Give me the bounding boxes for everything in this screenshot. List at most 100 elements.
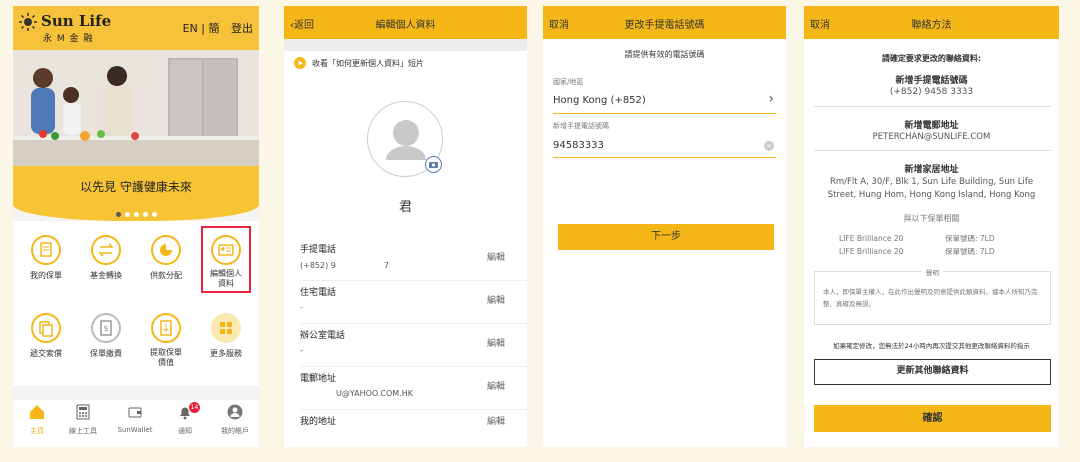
tab-tools[interactable]: 線上工具 [63, 404, 103, 436]
service-allocation[interactable]: 供款分配 [138, 235, 194, 281]
service-claim[interactable]: 遞交索償 [18, 313, 74, 359]
page-title: 聯絡方法 [911, 20, 952, 31]
clear-input-icon[interactable]: × [764, 141, 774, 151]
mobile-value: 94583333 [553, 140, 604, 151]
service-more[interactable]: 更多服務 [198, 313, 254, 359]
next-button[interactable]: 下一步 [558, 224, 774, 250]
policy-name: LIFE Brilliance 20 [839, 234, 904, 243]
carousel-dots[interactable] [13, 209, 259, 217]
tab-label: 線上工具 [69, 427, 97, 435]
change-mobile-header: 取消 更改手提電話號碼 [543, 6, 786, 39]
svg-text:$: $ [103, 324, 108, 333]
camera-button[interactable] [425, 156, 442, 173]
service-withdraw[interactable]: 提取保單 價值 [138, 313, 194, 368]
related-policies-title: 與以下保單相關 [903, 214, 960, 223]
home-icon [30, 405, 44, 419]
policy-number: 保單號碼: 7LD [945, 234, 995, 243]
new-mobile-label: 新增手提電話號碼 [895, 76, 968, 86]
field-email: 電郵地址 U@YAHOO.COM.HK 編輯 [300, 367, 527, 410]
logo-chinese: 永 M 金 融 [43, 34, 94, 44]
bottom-tab-bar: 主頁 線上工具 SunWallet 14 通知 我的帳戶 [13, 400, 259, 447]
new-email-value: PETERCHAN@SUNLIFE.COM [872, 132, 991, 142]
mobile-label: 新增手提電話號碼 [553, 122, 609, 130]
new-mobile-value: (+852) 9458 3333 [889, 87, 974, 97]
divider [814, 106, 1051, 107]
service-label: 編輯個人 資料 [210, 269, 242, 288]
country-select[interactable]: Hong Kong (+852) › [553, 89, 776, 114]
profile-name: 君 [398, 200, 412, 215]
service-edit-profile[interactable]: 編輯個人 資料 [201, 226, 251, 293]
tab-label: 我的帳戶 [221, 427, 249, 435]
camera-icon [429, 162, 438, 168]
play-icon [294, 57, 306, 69]
user-icon [227, 404, 243, 420]
service-label: 我的保單 [30, 271, 62, 280]
prompt-text: 請提供有效的電話號碼 [624, 50, 705, 59]
field-mobile: 手提電話 (+852) 9 7 編輯 [300, 238, 527, 281]
calculator-icon [76, 404, 90, 420]
logo-text: Sun Life [41, 12, 112, 30]
notification-badge: 14 [189, 402, 200, 413]
lang-en-link[interactable]: EN [183, 22, 198, 35]
page-title: 更改手提電話號碼 [624, 20, 705, 31]
declaration-box: 聲明 本人，即保單主權人，在此作出聲明及同意提供此類資料，據本人所知乃完整、真確… [814, 269, 1051, 325]
edit-profile-header: ‹返回 編輯個人資料 [284, 6, 527, 39]
field-home-phone: 住宅電話 - 編輯 [300, 281, 527, 324]
edit-address-button[interactable]: 編輯 [487, 414, 505, 427]
edit-profile-screen: ‹返回 編輯個人資料 收看「如何更新個人資料」短片 君 手提電話 (+852) … [284, 6, 527, 447]
policy-row: LIFE Brilliance 20 保單號碼: 7LD [839, 245, 995, 258]
field-address: 我的地址 編輯 [300, 410, 527, 447]
home-screen: Sun Life 永 M 金 融 EN | 簡 登出 以先見 守護健康未來 我的… [13, 6, 259, 447]
claim-icon [31, 313, 61, 343]
tab-account[interactable]: 我的帳戶 [215, 404, 255, 436]
profile-card-icon [211, 235, 241, 265]
contact-header: 取消 聯絡方法 [804, 6, 1059, 39]
service-label: 提取保單 價值 [150, 348, 182, 367]
lang-zh-link[interactable]: 簡 [209, 22, 220, 35]
video-link[interactable]: 收看「如何更新個人資料」短片 [294, 57, 424, 69]
profile-field-list: 手提電話 (+852) 9 7 編輯 住宅電話 - 編輯 辦公室電話 - 編輯 … [300, 238, 527, 447]
tab-label: SunWallet [117, 426, 153, 434]
policy-list: LIFE Brilliance 20 保單號碼: 7LD LIFE Brillia… [839, 232, 995, 258]
tab-notifications[interactable]: 14 通知 [167, 402, 203, 436]
divider [814, 150, 1051, 151]
policy-number: 保單號碼: 7LD [945, 247, 995, 256]
pie-icon [151, 235, 181, 265]
family-kitchen-illustration [13, 50, 259, 166]
service-label: 更多服務 [210, 349, 242, 358]
edit-email-button[interactable]: 編輯 [487, 379, 505, 392]
confirm-button[interactable]: 確認 [814, 405, 1051, 432]
new-address-value: Rm/Flt A, 30/F, Blk 1, Sun Life Building… [827, 177, 1036, 200]
wallet-icon [128, 407, 142, 418]
declaration-text: 本人，即保單主權人，在此作出聲明及同意提供此類資料，據本人所知乃完整、真確及無誤… [823, 288, 1038, 308]
notice-text: 如果確定修改，您無法於24小時內再次提交其他更改聯絡資料的指示 [833, 342, 1030, 350]
edit-mobile-button[interactable]: 編輯 [487, 250, 505, 263]
home-header: Sun Life 永 M 金 融 EN | 簡 登出 [13, 6, 259, 50]
change-mobile-screen: 取消 更改手提電話號碼 請提供有效的電話號碼 國家/地區 Hong Kong (… [543, 6, 786, 447]
country-label: 國家/地區 [553, 78, 584, 86]
service-my-policy[interactable]: 我的保單 [18, 235, 74, 281]
mobile-input[interactable]: 94583333 × [553, 134, 776, 158]
edit-office-phone-button[interactable]: 編輯 [487, 336, 505, 349]
tab-sunwallet[interactable]: SunWallet [113, 404, 157, 434]
chevron-right-icon: › [768, 91, 774, 107]
avatar[interactable] [367, 101, 443, 177]
service-label: 供款分配 [150, 271, 182, 280]
service-fund-switch[interactable]: 基金轉換 [78, 235, 134, 281]
new-address-label: 新增家居地址 [904, 165, 959, 175]
service-grid: 我的保單 基金轉換 供款分配 編輯個人 資料 遞交索償 $ 保單繳費 提取保單 … [13, 221, 259, 386]
country-value: Hong Kong (+852) [553, 95, 646, 106]
update-other-button[interactable]: 更新其他聯絡資料 [814, 359, 1051, 385]
swap-icon [91, 235, 121, 265]
policy-name: LIFE Brilliance 20 [839, 247, 904, 256]
policy-row: LIFE Brilliance 20 保單號碼: 7LD [839, 232, 995, 245]
tab-label: 通知 [178, 427, 192, 435]
service-label: 遞交索償 [30, 349, 62, 358]
contact-confirm-screen: 取消 聯絡方法 請確定要求更改的聯絡資料: 新增手提電話號碼 (+852) 94… [804, 6, 1059, 447]
field-office-phone: 辦公室電話 - 編輯 [300, 324, 527, 367]
logout-link[interactable]: 登出 [231, 22, 253, 35]
service-payment[interactable]: $ 保單繳費 [78, 313, 134, 359]
tab-home[interactable]: 主頁 [19, 404, 55, 436]
payment-icon: $ [91, 313, 121, 343]
edit-home-phone-button[interactable]: 編輯 [487, 293, 505, 306]
